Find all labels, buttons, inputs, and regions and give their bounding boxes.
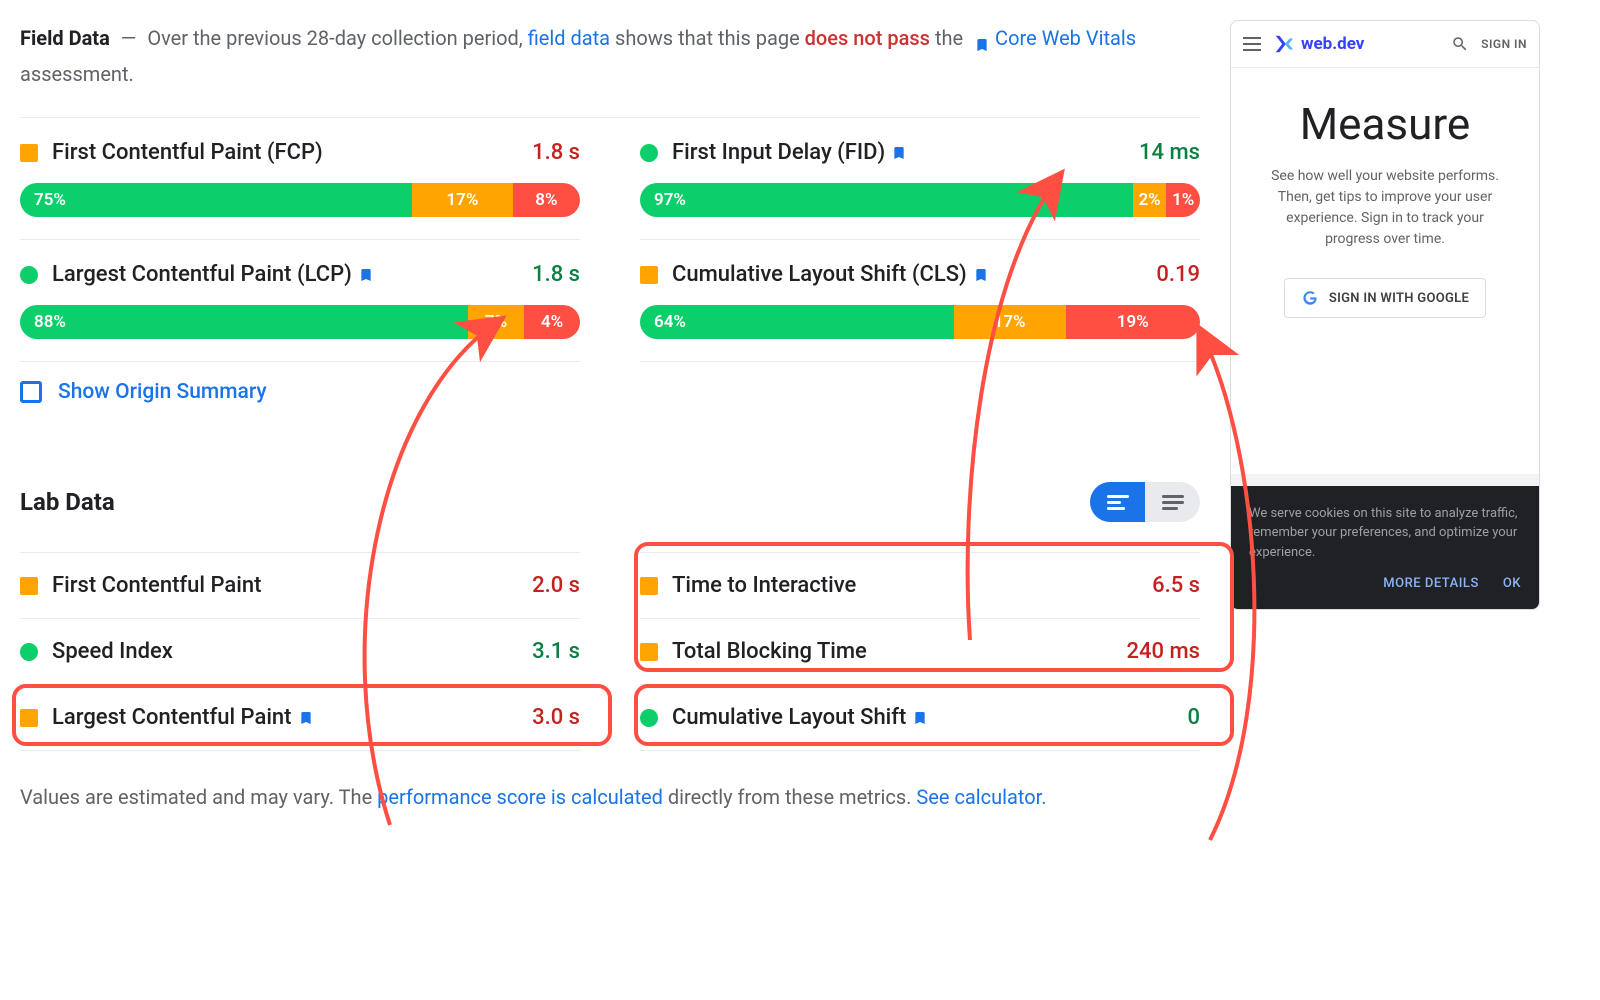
- field-metric: Cumulative Layout Shift (CLS) 0.19 64%17…: [640, 240, 1200, 362]
- status-indicator: [20, 643, 38, 661]
- bookmark-icon: [912, 708, 928, 728]
- metric-name: Cumulative Layout Shift: [672, 705, 1173, 730]
- lab-metrics-grid: First Contentful Paint 2.0 s Time to Int…: [20, 552, 1200, 751]
- field-metric: Largest Contentful Paint (LCP) 1.8 s 88%…: [20, 240, 580, 362]
- measure-title: Measure: [1251, 98, 1519, 150]
- lab-metric: Time to Interactive 6.5 s: [640, 552, 1200, 619]
- view-toggle: [1090, 482, 1200, 522]
- bookmark-icon: [358, 265, 374, 285]
- dist-segment: 17%: [412, 183, 513, 217]
- calculator-link[interactable]: See calculator.: [916, 785, 1046, 809]
- bookmark-icon: [298, 708, 314, 728]
- dist-segment: 64%: [640, 305, 954, 339]
- status-indicator: [20, 709, 38, 727]
- dist-segment: 17%: [954, 305, 1066, 339]
- metric-name: Total Blocking Time: [672, 639, 1113, 664]
- core-web-vitals-link[interactable]: Core Web Vitals: [995, 26, 1136, 50]
- metric-name: Time to Interactive: [672, 573, 1138, 598]
- origin-checkbox[interactable]: [20, 381, 42, 403]
- dist-segment: 4%: [524, 305, 580, 339]
- status-indicator: [640, 643, 658, 661]
- bookmark-icon: [973, 265, 989, 285]
- metric-value: 2.0 s: [532, 573, 580, 598]
- webdev-logo[interactable]: web.dev: [1273, 33, 1439, 55]
- metric-name: Cumulative Layout Shift (CLS): [672, 262, 1142, 287]
- lab-metric: Speed Index 3.1 s: [20, 619, 580, 685]
- perf-score-link[interactable]: performance score is calculated: [377, 785, 663, 809]
- metric-name: Largest Contentful Paint: [52, 705, 518, 730]
- status-indicator: [640, 709, 658, 727]
- bookmark-icon: [974, 30, 990, 50]
- metric-name: Speed Index: [52, 639, 518, 664]
- show-origin-summary[interactable]: Show Origin Summary: [20, 362, 1200, 422]
- menu-icon[interactable]: [1243, 37, 1261, 51]
- field-data-title: Field Data: [20, 26, 110, 50]
- lab-metric: Total Blocking Time 240 ms: [640, 619, 1200, 685]
- assessment-status: does not pass: [805, 26, 930, 50]
- dist-segment: 2%: [1133, 183, 1167, 217]
- metric-value: 1.8 s: [532, 140, 580, 165]
- metric-value: 1.8 s: [532, 262, 580, 287]
- dist-segment: 19%: [1066, 305, 1200, 339]
- field-metric: First Contentful Paint (FCP) 1.8 s 75%17…: [20, 118, 580, 240]
- distribution-bar: 64%17%19%: [640, 305, 1200, 339]
- metric-value: 3.1 s: [532, 639, 580, 664]
- lab-data-title: Lab Data: [20, 488, 115, 516]
- distribution-bar: 75%17%8%: [20, 183, 580, 217]
- field-metric: First Input Delay (FID) 14 ms 97%2%1%: [640, 118, 1200, 240]
- google-signin-button[interactable]: SIGN IN WITH GOOGLE: [1284, 278, 1486, 318]
- metric-value: 6.5 s: [1152, 573, 1200, 598]
- field-data-header: Field Data — Over the previous 28-day co…: [20, 20, 1200, 92]
- search-icon[interactable]: [1451, 35, 1469, 53]
- more-details-link[interactable]: MORE DETAILS: [1383, 576, 1479, 591]
- dist-segment: 88%: [20, 305, 468, 339]
- status-indicator: [640, 577, 658, 595]
- dist-segment: 1%: [1166, 183, 1200, 217]
- footer-note: Values are estimated and may vary. The p…: [20, 781, 1200, 813]
- metric-name: First Input Delay (FID): [672, 140, 1125, 165]
- metric-value: 14 ms: [1139, 140, 1200, 165]
- lab-metric: Cumulative Layout Shift 0: [640, 685, 1200, 751]
- field-data-link[interactable]: field data: [528, 26, 610, 50]
- google-icon: [1301, 289, 1319, 307]
- lab-metric: Largest Contentful Paint 3.0 s: [20, 685, 580, 751]
- measure-description: See how well your website performs. Then…: [1251, 166, 1519, 250]
- webdev-logo-icon: [1273, 33, 1295, 55]
- metric-value: 0.19: [1156, 262, 1200, 287]
- metric-value: 240 ms: [1127, 639, 1200, 664]
- distribution-bar: 88%7%4%: [20, 305, 580, 339]
- cookie-notice: We serve cookies on this site to analyze…: [1249, 504, 1521, 563]
- dist-segment: 8%: [513, 183, 580, 217]
- status-indicator: [640, 266, 658, 284]
- status-indicator: [640, 144, 658, 162]
- webdev-preview: web.dev SIGN IN Measure See how well you…: [1230, 20, 1540, 610]
- status-indicator: [20, 577, 38, 595]
- dist-segment: 75%: [20, 183, 412, 217]
- view-toggle-detailed[interactable]: [1090, 482, 1145, 522]
- dist-segment: 97%: [640, 183, 1133, 217]
- distribution-bar: 97%2%1%: [640, 183, 1200, 217]
- view-toggle-compact[interactable]: [1145, 482, 1200, 522]
- metric-name: First Contentful Paint (FCP): [52, 140, 518, 165]
- dist-segment: 7%: [468, 305, 524, 339]
- metric-name: Largest Contentful Paint (LCP): [52, 262, 518, 287]
- field-metrics-grid: First Contentful Paint (FCP) 1.8 s 75%17…: [20, 117, 1200, 362]
- bookmark-icon: [891, 143, 907, 163]
- metric-value: 3.0 s: [532, 705, 580, 730]
- metric-value: 0: [1187, 705, 1200, 730]
- status-indicator: [20, 144, 38, 162]
- sign-in-link[interactable]: SIGN IN: [1481, 37, 1527, 51]
- lab-metric: First Contentful Paint 2.0 s: [20, 552, 580, 619]
- cookie-ok-button[interactable]: OK: [1503, 576, 1521, 591]
- metric-name: First Contentful Paint: [52, 573, 518, 598]
- status-indicator: [20, 266, 38, 284]
